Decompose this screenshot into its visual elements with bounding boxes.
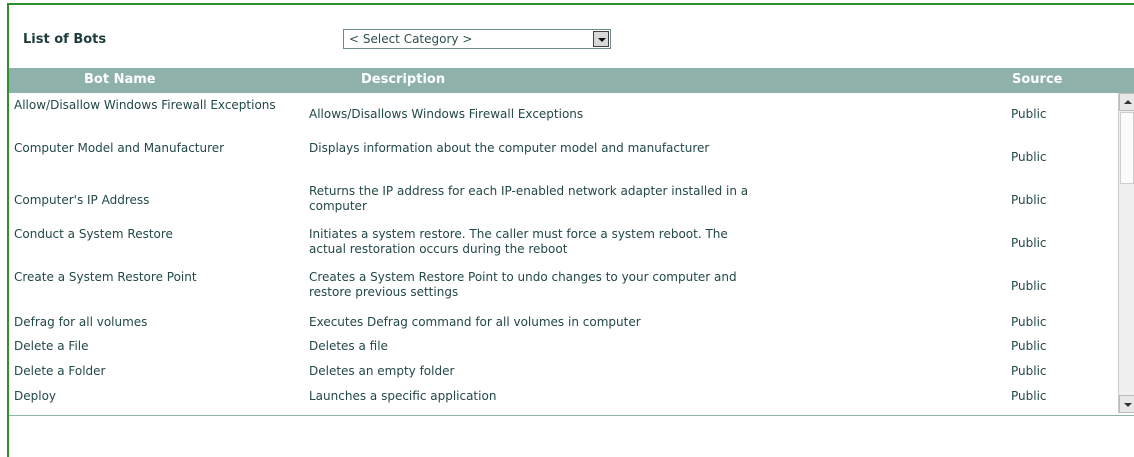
category-select-value: < Select Category > <box>349 32 473 46</box>
bot-description: Returns the IP address for each IP-enabl… <box>309 184 749 213</box>
scrollbar-thumb[interactable] <box>1120 112 1134 184</box>
table-row[interactable]: Create a System Restore Point Creates a … <box>9 270 1119 304</box>
bot-name: Computer's IP Address <box>14 193 150 207</box>
bot-name: Delete a Folder <box>14 364 106 378</box>
bot-source: Public <box>1011 364 1047 378</box>
category-select[interactable]: < Select Category > <box>343 29 611 49</box>
table-row[interactable]: Computer's IP Address Returns the IP add… <box>9 184 1119 218</box>
table-header: Bot Name Description Source <box>9 68 1134 93</box>
bots-table: Allow/Disallow Windows Firewall Exceptio… <box>9 93 1134 416</box>
bot-name: Delete a File <box>14 339 89 353</box>
bot-description: Launches a specific application <box>309 389 497 403</box>
bot-source: Public <box>1011 389 1047 403</box>
chevron-down-icon[interactable] <box>593 31 609 47</box>
table-row[interactable]: Delete a File Deletes a file Public <box>9 339 1119 359</box>
scroll-down-icon[interactable] <box>1119 395 1134 413</box>
bot-source: Public <box>1011 339 1047 353</box>
bot-name: Create a System Restore Point <box>14 270 197 284</box>
bot-name: Defrag for all volumes <box>14 315 148 329</box>
table-scrollbar[interactable] <box>1118 93 1134 413</box>
table-row[interactable]: Computer Model and Manufacturer Displays… <box>9 141 1119 175</box>
bot-source: Public <box>1011 150 1047 164</box>
table-row[interactable]: Allow/Disallow Windows Firewall Exceptio… <box>9 98 1119 131</box>
toolbar: List of Bots < Select Category > <box>9 5 1134 67</box>
table-row[interactable]: Defrag for all volumes Executes Defrag c… <box>9 315 1119 335</box>
bot-source: Public <box>1011 236 1047 250</box>
bot-name: Allow/Disallow Windows Firewall Exceptio… <box>14 98 276 112</box>
bot-description: Executes Defrag command for all volumes … <box>309 315 641 329</box>
bot-source: Public <box>1011 193 1047 207</box>
bots-panel: List of Bots < Select Category > Bot Nam… <box>7 3 1134 457</box>
column-header-bot-name[interactable]: Bot Name <box>84 72 156 87</box>
bot-description: Deletes an empty folder <box>309 364 455 378</box>
bot-description: Displays information about the computer … <box>309 141 710 155</box>
bot-name: Conduct a System Restore <box>14 227 173 241</box>
column-header-description[interactable]: Description <box>361 72 445 87</box>
bot-name: Computer Model and Manufacturer <box>14 141 225 155</box>
table-row[interactable]: Delete a Folder Deletes an empty folder … <box>9 364 1119 384</box>
bot-source: Public <box>1011 279 1047 293</box>
bot-description: Initiates a system restore. The caller m… <box>309 227 728 256</box>
table-row[interactable]: Conduct a System Restore Initiates a sys… <box>9 227 1119 261</box>
table-row[interactable]: Deploy Launches a specific application P… <box>9 389 1119 409</box>
bot-description: Creates a System Restore Point to undo c… <box>309 270 737 299</box>
bot-source: Public <box>1011 315 1047 329</box>
scroll-up-icon[interactable] <box>1119 93 1134 111</box>
page-title: List of Bots <box>23 32 107 47</box>
bot-description: Allows/Disallows Windows Firewall Except… <box>309 107 584 121</box>
bot-description: Deletes a file <box>309 339 388 353</box>
column-header-source[interactable]: Source <box>1012 72 1062 87</box>
bot-name: Deploy <box>14 389 57 403</box>
bot-source: Public <box>1011 107 1047 121</box>
